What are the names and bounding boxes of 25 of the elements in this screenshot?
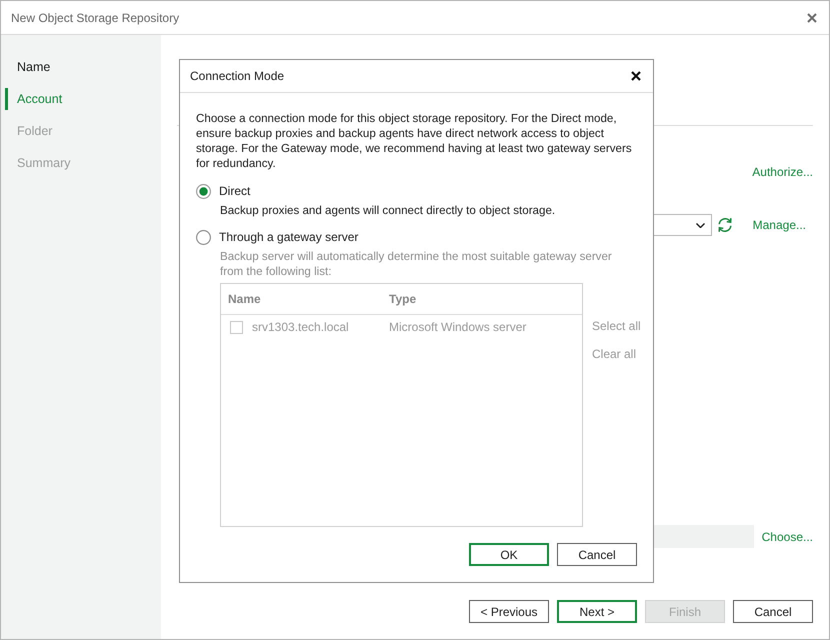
- manage-link[interactable]: Manage...: [752, 218, 806, 232]
- option-description: Backup server will automatically determine the most suitable gateway server from the following list:: [220, 249, 613, 279]
- option-label[interactable]: Through a gateway server: [219, 230, 358, 244]
- radio-button[interactable]: [196, 184, 211, 198]
- close-icon[interactable]: [631, 71, 641, 81]
- dialog-button[interactable]: OK: [469, 543, 549, 566]
- choose-link[interactable]: Choose...: [762, 530, 813, 544]
- authorize-link[interactable]: Authorize...: [752, 165, 813, 179]
- sidebar-item[interactable]: Name: [5, 56, 54, 78]
- dialog-button[interactable]: Cancel: [557, 543, 637, 566]
- radio-button[interactable]: [196, 230, 211, 244]
- wizard-button[interactable]: Cancel: [733, 600, 813, 623]
- window-title: New Object Storage Repository: [11, 10, 180, 24]
- wizard-button[interactable]: Next >: [557, 600, 637, 623]
- dialog-title: Connection Mode: [190, 69, 284, 83]
- sidebar-item[interactable]: Account: [5, 88, 66, 110]
- refresh-icon[interactable]: [716, 217, 733, 233]
- table-cell-text: srv1303.tech.local: [252, 320, 350, 334]
- chevron-down-icon: [696, 222, 705, 228]
- account-dropdown[interactable]: [654, 214, 712, 236]
- wizard-button[interactable]: < Previous: [469, 600, 549, 623]
- option-label[interactable]: Direct: [219, 184, 250, 198]
- option-description: Backup proxies and agents will connect directly to object storage.: [220, 203, 556, 218]
- table-cell: Microsoft Windows server: [389, 320, 526, 334]
- dialog-description: Choose a connection mode for this object storage repository. For the Direct mode, ensure backup proxies and backup agents have direct network access to object storage. For the Gateway mode, we recommend having at least two gateway servers for redundancy.: [196, 111, 633, 171]
